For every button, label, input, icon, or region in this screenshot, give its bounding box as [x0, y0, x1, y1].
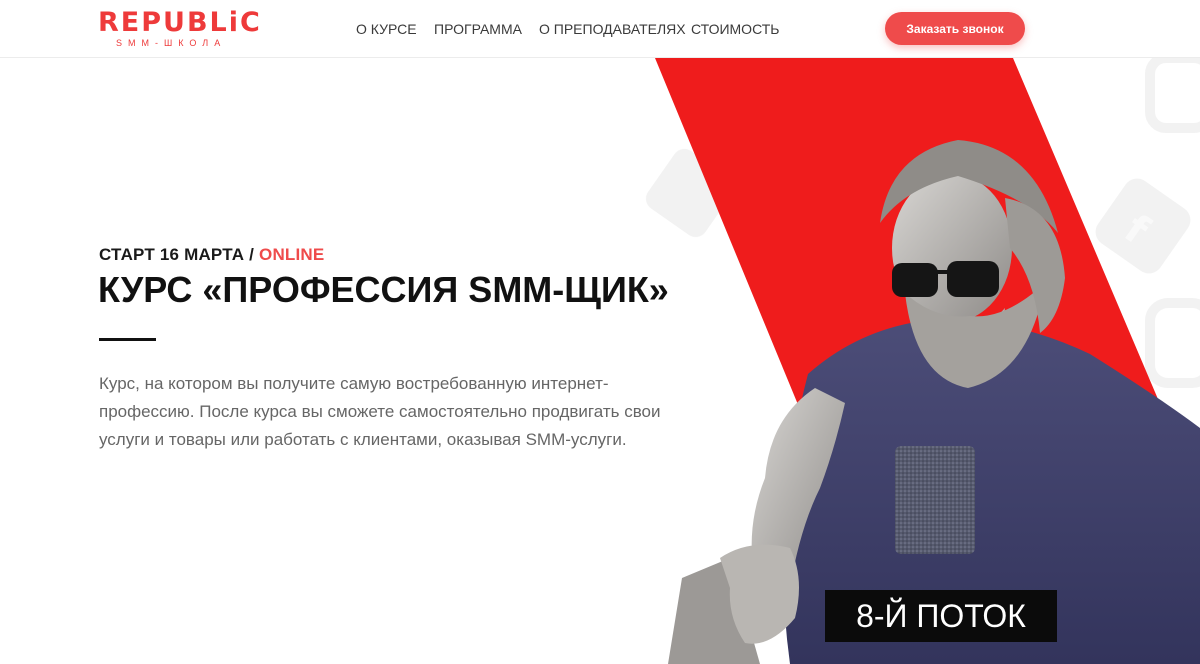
- logo-wordmark: REPUBLiC: [98, 7, 262, 38]
- start-date: СТАРТ 16 МАРТА /: [99, 245, 260, 264]
- description-line: услуги и товары или работать с клиентами…: [99, 430, 627, 449]
- description-line: Курс, на котором вы получите самую востр…: [99, 374, 609, 393]
- order-call-button[interactable]: Заказать звонок: [885, 12, 1025, 45]
- format-online: ONLINE: [259, 245, 325, 264]
- nav-item-teachers[interactable]: О ПРЕПОДАВАТЕЛЯХ: [539, 20, 686, 38]
- start-date-line: СТАРТ 16 МАРТА / ONLINE: [99, 245, 324, 265]
- nav-item-about[interactable]: О КУРСЕ: [356, 20, 417, 38]
- title-divider: [99, 338, 156, 341]
- course-description: Курс, на котором вы получите самую востр…: [99, 370, 689, 454]
- site-header: REPUBLiC SMM-ШКОЛА О КУРСЕ ПРОГРАММА О П…: [0, 0, 1200, 58]
- republic-logo[interactable]: REPUBLiC SMM-ШКОЛА: [98, 8, 260, 49]
- logo-subtitle: SMM-ШКОЛА: [116, 38, 227, 48]
- nav-item-price[interactable]: СТОИМОСТЬ: [691, 20, 779, 38]
- hero-illustration: f: [645, 58, 1200, 664]
- page-title: КУРС «ПРОФЕССИЯ SMM-ЩИК»: [98, 269, 669, 310]
- nav-item-program[interactable]: ПРОГРАММА: [434, 20, 522, 38]
- description-line: профессию. После курса вы сможете самост…: [99, 402, 661, 421]
- cohort-badge-label: 8-Й ПОТОК: [856, 598, 1026, 634]
- cohort-badge: 8-Й ПОТОК: [825, 590, 1057, 642]
